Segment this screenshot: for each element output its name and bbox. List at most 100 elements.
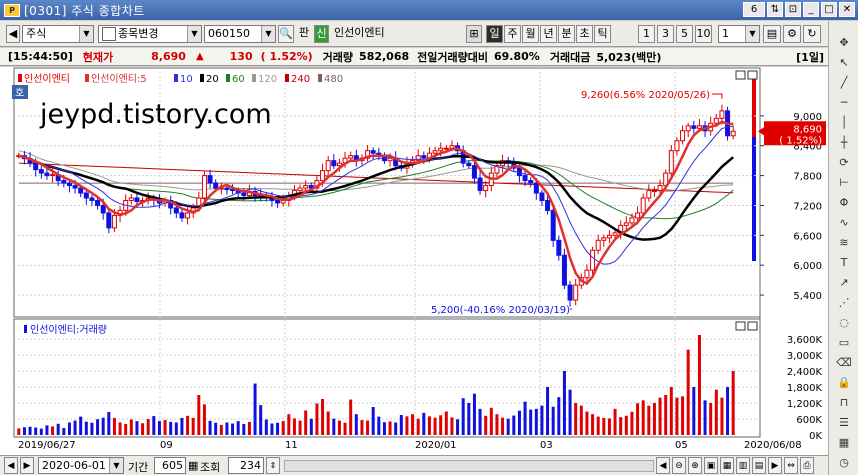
scroll-right-icon[interactable]: ▶	[768, 457, 782, 474]
period-button[interactable]: 분	[558, 25, 575, 43]
market-select[interactable]: 주식 ▼	[22, 25, 94, 43]
chart-area[interactable]: 5,400 6,000 6,600 7,200 7,800 8,400 9,000 0K 600…	[0, 67, 828, 462]
volume-bar	[96, 419, 100, 435]
prev-arrow-icon[interactable]: ◀	[6, 25, 20, 43]
list-icon[interactable]: ☰	[834, 407, 854, 428]
volume-bar	[84, 421, 88, 435]
vertical-line-icon[interactable]: │	[834, 107, 854, 128]
search-icon[interactable]: 🔍	[278, 25, 294, 43]
scroll-left-icon[interactable]: ◀	[4, 457, 18, 474]
scrollbar-track[interactable]	[284, 460, 654, 472]
eraser-icon[interactable]: ⌫	[834, 347, 854, 368]
pattern-icon[interactable]: ≋	[834, 227, 854, 248]
maximize-icon[interactable]: □	[821, 2, 837, 17]
sin-button[interactable]: 신	[314, 25, 329, 43]
page-number-button[interactable]: 6	[743, 2, 765, 17]
legend-item[interactable]: 20	[206, 74, 219, 85]
candle-body	[601, 237, 607, 241]
chevron-down-icon: ▼	[187, 26, 201, 42]
spin-icon[interactable]: ⇕	[266, 457, 280, 474]
tool-icon[interactable]: ✥	[834, 27, 854, 48]
interval-select[interactable]: 1 ▼	[718, 25, 760, 43]
change-stock-select[interactable]: 종목변경 ▼	[98, 25, 202, 43]
panel-max-icon[interactable]	[735, 70, 746, 80]
wave-icon[interactable]: ∿	[834, 207, 854, 228]
grid-icon[interactable]: ▦	[720, 457, 734, 474]
auto-icon[interactable]: ⟳	[834, 147, 854, 168]
box-icon[interactable]: ▭	[834, 327, 854, 348]
candle-body	[691, 125, 697, 129]
volume-bar	[225, 422, 229, 435]
arrow-icon[interactable]: ↗	[834, 267, 854, 288]
zoom-in-icon[interactable]: ⊕	[688, 457, 702, 474]
stock-chart-svg[interactable]: 5,4006,0006,6007,2007,8008,4009,0000K600…	[0, 67, 828, 462]
period-button[interactable]: 초	[576, 25, 593, 43]
volume-bar	[141, 423, 145, 435]
panel-close-icon[interactable]	[747, 321, 758, 331]
legend-item[interactable]: 인선이엔티	[24, 73, 70, 85]
calendar-icon[interactable]: ▦	[834, 427, 854, 448]
period-input[interactable]: 605	[154, 457, 186, 474]
app-icon: P	[4, 3, 20, 17]
legend-item[interactable]: 60	[232, 74, 245, 85]
scroll-left-icon[interactable]: ◀	[656, 457, 670, 474]
pan-button[interactable]: 판	[296, 25, 312, 43]
zoom-out-icon[interactable]: ⊖	[672, 457, 686, 474]
link-icon[interactable]: ⇅	[767, 2, 783, 17]
volume-legend[interactable]: 인선이엔티:거래량	[30, 324, 107, 336]
gann-icon[interactable]: ⋰	[834, 287, 854, 308]
print-icon[interactable]: ⎙	[800, 457, 814, 474]
legend-item[interactable]: 120	[258, 74, 277, 85]
legend-item[interactable]: 인선이엔티:5	[91, 73, 147, 85]
start-date-input[interactable]: 2020-06-01 ▼	[38, 457, 124, 474]
legend-item[interactable]: 10	[180, 74, 193, 85]
trend-line-icon[interactable]: ╱	[834, 67, 854, 88]
volume-bar	[191, 417, 195, 435]
scroll-right-icon[interactable]: ▶	[20, 457, 34, 474]
ruler-icon[interactable]: ⊢	[834, 167, 854, 188]
text-icon[interactable]: T	[834, 247, 854, 268]
settings-icon[interactable]: ⚙	[783, 25, 801, 43]
interval-number-button[interactable]: 5	[676, 25, 693, 43]
minimize-icon[interactable]: _	[803, 2, 819, 17]
lock-icon[interactable]: 🔒	[834, 367, 854, 388]
interval-number-button[interactable]: 3	[657, 25, 674, 43]
snapshot-icon[interactable]: ▣	[704, 457, 718, 474]
strength-bar-up	[752, 75, 756, 137]
magnet-icon[interactable]: ⊓	[834, 387, 854, 408]
horizontal-line-icon[interactable]: ─	[834, 87, 854, 108]
cross-icon[interactable]: ┼	[834, 127, 854, 148]
cycle-icon[interactable]: ◌	[834, 307, 854, 328]
layout-icon[interactable]: ▥	[736, 457, 750, 474]
clock-icon[interactable]: ◷	[834, 447, 854, 468]
interval-number-button[interactable]: 1	[638, 25, 655, 43]
volume-bar	[669, 387, 673, 435]
volume-bar	[337, 420, 341, 435]
query-input[interactable]: 234	[228, 457, 264, 474]
candle-body	[606, 234, 612, 239]
volume-tick-label: 1,800K	[787, 383, 823, 394]
interval-number-button[interactable]: 10	[695, 25, 712, 43]
panel-close-icon[interactable]	[747, 70, 758, 80]
cursor-icon[interactable]: ↖	[834, 47, 854, 68]
period-button[interactable]: 월	[522, 25, 539, 43]
volume-bar	[343, 422, 347, 435]
compare-icon[interactable]: ⊞	[466, 25, 482, 43]
period-button[interactable]: 틱	[594, 25, 611, 43]
price-tick-label: 9,000	[793, 112, 822, 123]
candle-body	[595, 239, 601, 251]
period-button[interactable]: 주	[504, 25, 521, 43]
fit-icon[interactable]: ⇔	[784, 457, 798, 474]
refresh-icon[interactable]: ↻	[803, 25, 821, 43]
panel-max-icon[interactable]	[735, 321, 746, 331]
fibonacci-icon[interactable]: Φ	[834, 187, 854, 208]
period-button[interactable]: 일	[486, 25, 503, 43]
chart-type-icon[interactable]: ▤	[752, 457, 766, 474]
close-icon[interactable]: ✕	[839, 2, 855, 17]
save-icon[interactable]: ▤	[763, 25, 781, 43]
legend-item[interactable]: 480	[324, 74, 343, 85]
period-button[interactable]: 년	[540, 25, 557, 43]
pin-icon[interactable]: ⊡	[785, 2, 801, 17]
stock-code-input[interactable]: 060150 ▼	[204, 25, 276, 43]
legend-item[interactable]: 240	[291, 74, 310, 85]
